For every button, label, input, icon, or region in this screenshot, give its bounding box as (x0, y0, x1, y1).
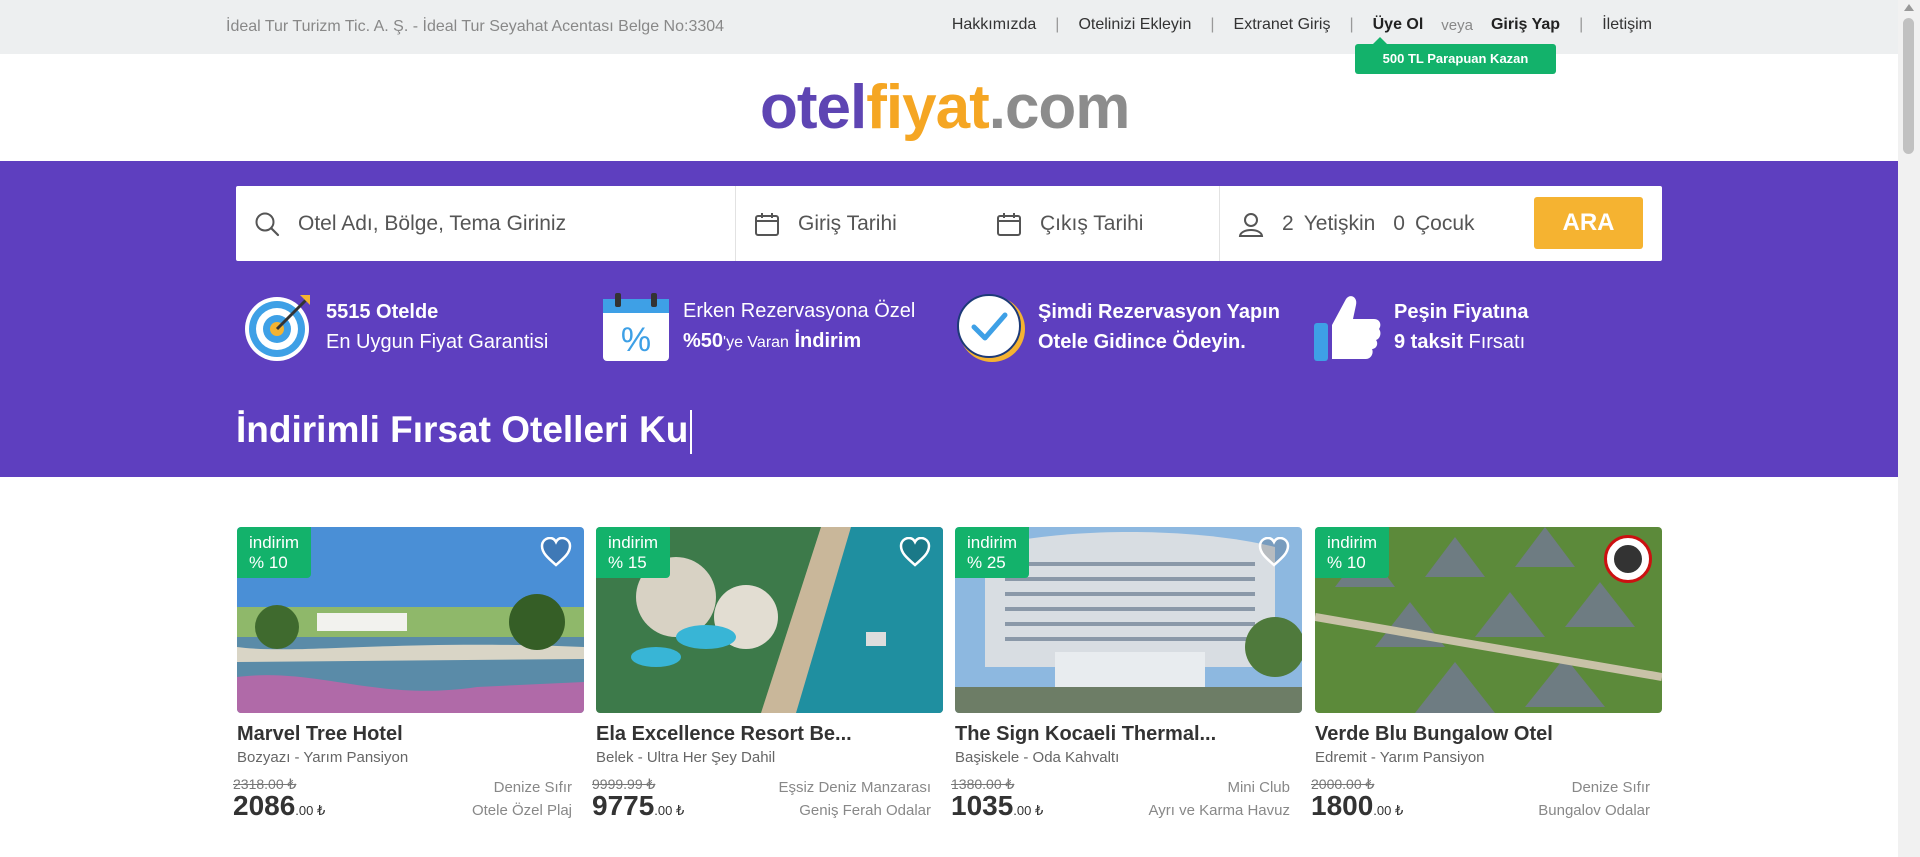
nav-contact-link[interactable]: İletişim (1602, 16, 1652, 34)
feature-early-booking: % Erken Rezervasyona Özel %50'ye Varan İ… (601, 291, 915, 363)
nav-divider: | (1055, 16, 1060, 33)
feature-installments: Peşin Fiyatına 9 taksit Fırsatı (1312, 291, 1529, 363)
hotel-location: Edremit - Yarım Pansiyon (1315, 749, 1485, 766)
nav-extranet-link[interactable]: Extranet Giriş (1234, 16, 1331, 34)
target-icon (245, 295, 310, 361)
hotel-card[interactable]: indirim% 25 The Sign Kocaeli Thermal... … (951, 527, 1302, 834)
nav-divider: | (1349, 16, 1354, 33)
current-price: 1800.00 ₺ (1311, 790, 1404, 821)
current-price: 1035.00 ₺ (951, 790, 1044, 821)
discount-badge: indirim% 15 (596, 527, 671, 578)
hotel-location: Başiskele - Oda Kahvaltı (955, 749, 1120, 766)
discount-badge: indirim% 10 (237, 527, 312, 578)
price-box: 9999.99 ₺ 9775.00 ₺ Eşsiz Deniz Manzaras… (592, 776, 943, 834)
children-count: 0 (1393, 211, 1405, 235)
hotel-card[interactable]: indirim% 15 Ela Excellence Resort Be... … (592, 527, 943, 834)
page-scrollbar[interactable] (1898, 0, 1920, 857)
search-icon (255, 212, 280, 236)
calendar-percent-icon: % (603, 293, 669, 361)
user-icon (1238, 212, 1264, 237)
scrollbar-thumb[interactable] (1903, 18, 1914, 154)
hotel-location: Belek - Ultra Her Şey Dahil (596, 749, 776, 766)
hotel-search-field[interactable]: Otel Adı, Bölge, Tema Giriniz (236, 186, 736, 261)
adults-count: 2 (1282, 211, 1294, 235)
nav-divider: | (1579, 16, 1584, 33)
heart-icon[interactable] (540, 537, 572, 567)
current-price: 2086.00 ₺ (233, 790, 326, 821)
logo-part-otel: otel (760, 73, 867, 142)
hotel-image[interactable]: indirim% 15 (596, 527, 943, 713)
nav-add-hotel-link[interactable]: Otelinizi Ekleyin (1078, 16, 1191, 34)
hotel-card[interactable]: indirim% 10 Verde Blu Bungalow Otel Edre… (1311, 527, 1662, 834)
checkin-date-field[interactable]: Giriş Tarihi (736, 186, 978, 261)
hero-section: Otel Adı, Bölge, Tema Giriniz Giriş Tari… (0, 161, 1898, 477)
feature-pay-at-hotel: Şimdi Rezervasyon Yapın Otele Gidince Öd… (956, 291, 1280, 363)
feature-line1: Erken Rezervasyona Özel (683, 300, 916, 322)
heart-icon[interactable] (1258, 537, 1290, 567)
guest-selector[interactable]: 2 Yetişkin 0 Çocuk (1220, 186, 1520, 261)
nav-register-link[interactable]: Üye Ol (1373, 16, 1424, 34)
hotel-image[interactable]: indirim% 25 (955, 527, 1302, 713)
company-info: İdeal Tur Turizm Tic. A. Ş. - İdeal Tur … (226, 18, 725, 35)
feature-line2: Otele Gidince Ödeyin. (1038, 331, 1246, 353)
feature-line2: 9 taksit Fırsatı (1394, 331, 1526, 353)
hotel-name[interactable]: Verde Blu Bungalow Otel (1315, 723, 1662, 746)
discount-badge: indirim% 10 (1315, 527, 1390, 578)
price-box: 2318.00 ₺ 2086.00 ₺ Denize Sıfır Otele Öz… (233, 776, 584, 834)
top-nav: Hakkımızda | Otelinizi Ekleyin | Extrane… (952, 16, 1652, 34)
page-headline: İndirimli Fırsat Otelleri Ku (236, 409, 693, 455)
hotel-location: Bozyazı - Yarım Pansiyon (237, 749, 409, 766)
hotel-tags: Mini Club Ayrı ve Karma Havuz (1148, 779, 1290, 819)
bonus-tooltip[interactable]: 500 TL Parapuan Kazan (1355, 37, 1556, 74)
price-box: 2000.00 ₺ 1800.00 ₺ Denize Sıfır Bungalov… (1311, 776, 1662, 834)
feature-line1: Şimdi Rezervasyon Yapın (1038, 301, 1280, 323)
site-logo[interactable]: otelfiyat.com (760, 68, 1131, 148)
thumbs-up-icon (1314, 296, 1381, 361)
feature-line1: 5515 Otelde (326, 301, 439, 323)
checkout-label: Çıkış Tarihi (1040, 211, 1144, 235)
price-box: 1380.00 ₺ 1035.00 ₺ Mini Club Ayrı ve Kar… (951, 776, 1302, 834)
hotel-image[interactable]: indirim% 10 (237, 527, 584, 713)
logo-part-fiyat: fiyat (866, 73, 989, 142)
hotel-tags: Denize Sıfır Bungalov Odalar (1538, 779, 1650, 819)
nav-login-link[interactable]: Giriş Yap (1491, 16, 1560, 34)
calendar-icon (755, 212, 779, 236)
hotel-image[interactable]: indirim% 10 (1315, 527, 1662, 713)
search-button[interactable]: ARA (1534, 197, 1643, 249)
scroll-up-arrow[interactable] (1904, 4, 1914, 11)
hotel-name[interactable]: Ela Excellence Resort Be... (596, 723, 943, 746)
heart-icon[interactable] (899, 537, 931, 567)
feature-line2: En Uygun Fiyat Garantisi (326, 331, 549, 353)
svg-text:%: % (621, 321, 651, 359)
checkout-date-field[interactable]: Çıkış Tarihi (978, 186, 1220, 261)
search-bar: Otel Adı, Bölge, Tema Giriniz Giriş Tari… (236, 186, 1662, 261)
adults-label: Yetişkin (1303, 211, 1376, 235)
feature-price-guarantee: 5515 Otelde En Uygun Fiyat Garantisi (244, 291, 548, 363)
feature-line2: %50'ye Varan İndirim (683, 330, 862, 352)
hotel-name[interactable]: The Sign Kocaeli Thermal... (955, 723, 1302, 746)
hotel-card[interactable]: indirim% 10 Marvel Tree Hotel Bozyazı - … (233, 527, 584, 834)
logo-part-com: .com (988, 73, 1131, 142)
children-label: Çocuk (1414, 211, 1475, 235)
checkin-label: Giriş Tarihi (798, 211, 897, 235)
checkmark-circle-icon (957, 294, 1025, 362)
text-caret (690, 410, 693, 455)
feature-line1: Peşin Fiyatına (1394, 301, 1529, 323)
hotel-name[interactable]: Marvel Tree Hotel (237, 723, 584, 746)
top-bar: İdeal Tur Turizm Tic. A. Ş. - İdeal Tur … (0, 0, 1898, 54)
pet-friendly-logo (1604, 535, 1652, 583)
calendar-icon (997, 212, 1021, 236)
hotel-tags: Eşsiz Deniz Manzarası Geniş Ferah Odalar (778, 779, 931, 819)
nav-about-link[interactable]: Hakkımızda (952, 16, 1036, 34)
search-placeholder: Otel Adı, Bölge, Tema Giriniz (298, 211, 567, 235)
nav-or-text: veya (1441, 16, 1473, 34)
current-price: 9775.00 ₺ (592, 790, 685, 821)
nav-divider: | (1210, 16, 1215, 33)
hotel-tags: Denize Sıfır Otele Özel Plaj (471, 779, 572, 819)
discount-badge: indirim% 25 (955, 527, 1030, 578)
